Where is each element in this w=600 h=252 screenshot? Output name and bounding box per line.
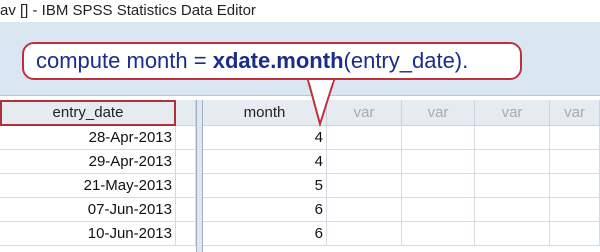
column-header-var-4[interactable]: var xyxy=(550,100,600,126)
cell-var-3[interactable] xyxy=(475,126,550,150)
column-header-var-2[interactable]: var xyxy=(402,100,475,126)
window-title: av [] - IBM SPSS Statistics Data Editor xyxy=(0,2,256,19)
callout-prefix: compute month = xyxy=(36,48,213,73)
cell-var-2[interactable] xyxy=(402,174,475,198)
column-header-blank[interactable] xyxy=(176,100,196,126)
cell-blank[interactable] xyxy=(176,198,196,222)
cell-blank[interactable] xyxy=(176,150,196,174)
cell-entry-date[interactable]: 29-Apr-2013 xyxy=(0,150,176,174)
split-pane-divider[interactable] xyxy=(196,100,203,252)
cell-blank[interactable] xyxy=(176,126,196,150)
cell-month[interactable]: 6 xyxy=(203,198,327,222)
cell-blank[interactable] xyxy=(176,174,196,198)
cell-month[interactable]: 4 xyxy=(203,126,327,150)
cell-var-3[interactable] xyxy=(475,222,550,246)
cell-var-2[interactable] xyxy=(402,198,475,222)
cell-blank[interactable] xyxy=(176,222,196,246)
cell-entry-date[interactable]: 10-Jun-2013 xyxy=(0,222,176,246)
callout-tail xyxy=(306,78,336,128)
cell-var-1[interactable] xyxy=(327,150,402,174)
cell-var-1[interactable] xyxy=(327,198,402,222)
cell-var-2[interactable] xyxy=(402,126,475,150)
cell-var-3[interactable] xyxy=(475,150,550,174)
cell-var-4[interactable] xyxy=(550,198,600,222)
callout-suffix: (entry_date). xyxy=(343,48,469,73)
cell-var-4[interactable] xyxy=(550,174,600,198)
cell-month[interactable]: 4 xyxy=(203,150,327,174)
column-header-entry-date[interactable]: entry_date xyxy=(0,100,176,126)
cell-var-1[interactable] xyxy=(327,126,402,150)
callout-function: xdate.month xyxy=(212,48,344,73)
cell-var-4[interactable] xyxy=(550,150,600,174)
cell-entry-date[interactable]: 21-May-2013 xyxy=(0,174,176,198)
cell-var-2[interactable] xyxy=(402,150,475,174)
cell-entry-date[interactable]: 28-Apr-2013 xyxy=(0,126,176,150)
cell-var-2[interactable] xyxy=(402,222,475,246)
window-title-bar: av [] - IBM SPSS Statistics Data Editor xyxy=(0,0,600,22)
syntax-callout: compute month = xdate.month(entry_date). xyxy=(22,42,522,80)
cell-var-1[interactable] xyxy=(327,174,402,198)
cell-var-1[interactable] xyxy=(327,222,402,246)
cell-var-4[interactable] xyxy=(550,126,600,150)
cell-var-3[interactable] xyxy=(475,174,550,198)
cell-var-3[interactable] xyxy=(475,198,550,222)
column-header-var-3[interactable]: var xyxy=(475,100,550,126)
cell-month[interactable]: 6 xyxy=(203,222,327,246)
cell-var-4[interactable] xyxy=(550,222,600,246)
cell-entry-date[interactable]: 07-Jun-2013 xyxy=(0,198,176,222)
cell-month[interactable]: 5 xyxy=(203,174,327,198)
